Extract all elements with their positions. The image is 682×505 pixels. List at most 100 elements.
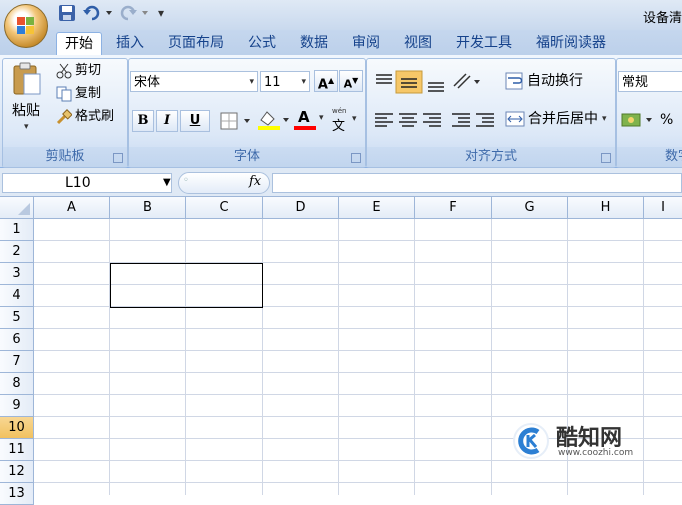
shrink-font-button[interactable]: A▼ [339,70,363,92]
number-group-label: 数字 [617,147,682,167]
font-size-value: 11 [264,75,281,90]
row-header[interactable]: 12 [0,461,34,483]
row-header[interactable]: 5 [0,307,34,329]
row-header[interactable]: 9 [0,395,34,417]
row-header[interactable]: 2 [0,241,34,263]
copy-icon [56,86,72,102]
coozhi-logo-icon [513,423,549,459]
gridline [338,219,339,495]
gridline [185,219,186,495]
undo-icon[interactable] [82,4,118,24]
alignment-launcher-icon[interactable] [601,153,611,163]
row-header[interactable]: 3 [0,263,34,285]
grow-font-icon: A [317,77,328,93]
tab-insert[interactable]: 插入 [108,32,152,54]
watermark-url: www.coozhi.com [558,448,634,458]
wrap-text-button[interactable]: 自动换行 [527,70,583,92]
tab-data[interactable]: 数据 [292,32,336,54]
customize-qat-button[interactable]: ▾ [158,6,172,26]
gridline [34,328,682,329]
merge-center-icon [505,110,525,128]
bold-button[interactable]: B [132,110,154,132]
column-header[interactable]: H [568,197,644,219]
row-header[interactable]: 6 [0,329,34,351]
number-format-select[interactable]: 常规 [618,71,682,92]
copy-button[interactable]: 复制 [75,83,101,105]
name-box[interactable]: L10 ▼ [2,173,172,193]
row-header[interactable]: 8 [0,373,34,395]
tab-foxit-reader[interactable]: 福昕阅读器 [528,32,614,54]
font-color-icon: A [298,108,310,126]
gridline [109,219,110,495]
column-header[interactable]: F [415,197,492,219]
italic-button[interactable]: I [156,110,178,132]
office-button[interactable] [4,4,48,48]
column-header[interactable]: C [186,197,263,219]
select-all-button[interactable] [0,197,34,219]
font-color-button[interactable]: A ▾ [292,108,328,132]
column-header[interactable]: D [263,197,339,219]
font-name-select[interactable]: 宋体 ▾ [130,71,258,92]
redo-icon[interactable] [118,4,154,24]
column-header[interactable]: A [34,197,110,219]
insert-function-button[interactable]: fx [249,174,261,189]
horizontal-align-buttons [372,108,498,132]
column-header[interactable]: B [110,197,186,219]
number-format-value: 常规 [622,75,649,90]
name-box-value: L10 [65,175,91,191]
shrink-font-icon: A [343,77,353,91]
currency-icon[interactable] [620,110,656,132]
paste-icon[interactable] [10,62,46,98]
cut-icon [56,63,72,79]
row-header[interactable]: 11 [0,439,34,461]
grow-font-button[interactable]: A▲ [314,70,338,92]
font-group-label: 字体 [129,147,365,167]
tab-review[interactable]: 审阅 [344,32,388,54]
column-header[interactable]: I [644,197,682,219]
column-header[interactable]: E [339,197,415,219]
formula-tools: ◦ fx [178,172,270,194]
chevron-down-icon: ▾ [301,77,306,87]
font-launcher-icon[interactable] [351,153,361,163]
row-header[interactable]: 1 [0,219,34,241]
formula-input[interactable] [272,173,682,193]
gridline [34,350,682,351]
gridline [34,372,682,373]
font-color-swatch [294,126,316,130]
merge-center-button[interactable]: 合并后居中 [528,108,598,130]
chevron-down-icon: ▾ [352,114,357,124]
column-header[interactable]: G [492,197,568,219]
borders-icon[interactable] [218,110,252,132]
paste-dropdown-icon[interactable]: ▾ [24,122,29,132]
phonetic-button[interactable]: wén 文 ▾ [330,107,362,134]
fill-color-icon[interactable] [256,108,292,132]
gridline [34,394,682,395]
gridline [491,219,492,495]
format-painter-button[interactable]: 格式刷 [75,106,114,128]
tab-developer[interactable]: 开发工具 [448,32,520,54]
clipboard-launcher-icon[interactable] [113,153,123,163]
tab-page-layout[interactable]: 页面布局 [160,32,232,54]
underline-button[interactable]: U [180,110,210,132]
font-size-select[interactable]: 11 ▾ [260,71,310,92]
merge-dropdown-icon[interactable]: ▾ [602,114,607,124]
window-title: 设备清 [642,11,682,26]
tab-home[interactable]: 开始 [56,32,102,55]
paste-button[interactable]: 粘贴 [12,100,40,122]
phonetic-icon: 文 [332,119,346,134]
row-header-selected[interactable]: 10 [0,417,34,439]
font-name-value: 宋体 [134,75,161,90]
phonetic-text: wén [332,107,347,115]
clipboard-group-label: 剪贴板 [3,147,127,167]
tab-formulas[interactable]: 公式 [240,32,284,54]
row-header[interactable]: 7 [0,351,34,373]
tab-view[interactable]: 视图 [396,32,440,54]
merged-cell-b3-c4[interactable] [110,263,263,308]
gridline [34,240,682,241]
save-icon[interactable] [58,4,78,24]
row-header[interactable]: 13 [0,483,34,505]
chevron-down-icon: ▾ [249,77,254,87]
percent-button[interactable]: % [660,109,673,131]
cut-button[interactable]: 剪切 [75,60,101,82]
row-header[interactable]: 4 [0,285,34,307]
